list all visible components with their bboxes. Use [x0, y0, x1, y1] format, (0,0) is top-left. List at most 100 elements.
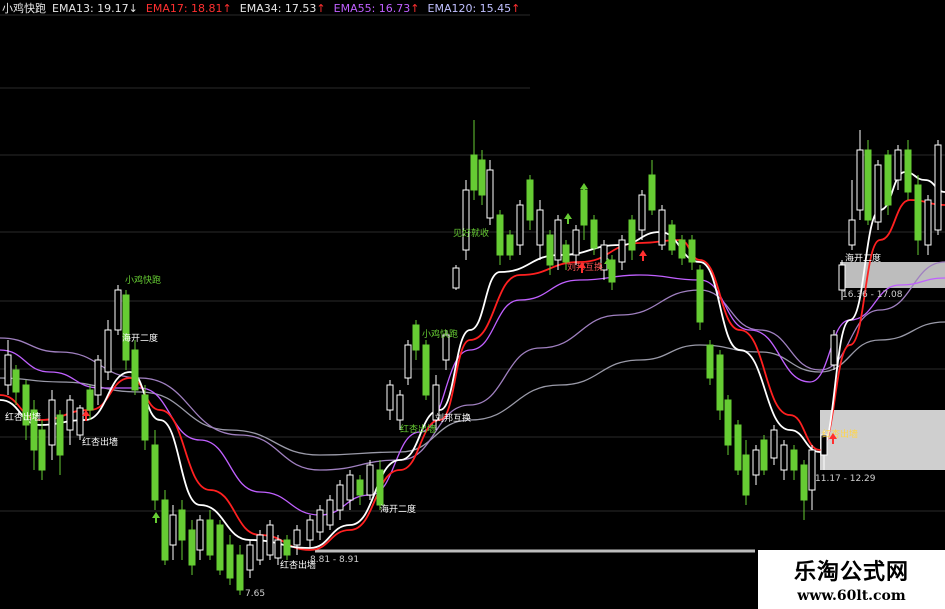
candle-up [293, 529, 301, 546]
candle-up [752, 449, 760, 476]
candle-down [151, 444, 159, 501]
indicator-value-4: EMA120: 15.45↑ [427, 1, 521, 15]
candle-down [800, 464, 808, 501]
candle-up [316, 509, 324, 533]
candle-down [356, 479, 364, 496]
candle-up [856, 149, 864, 211]
candle-down [12, 369, 20, 393]
price-band [820, 410, 945, 470]
candle-up [94, 359, 102, 396]
candle-up [346, 474, 354, 501]
candle-up [830, 334, 838, 366]
watermark-url: www.60lt.com [797, 588, 906, 604]
price-label: 11.17 - 12.29 [815, 474, 876, 484]
candle-down [734, 424, 742, 471]
candle-down [562, 244, 570, 263]
candle-up [386, 384, 394, 411]
candle-up [326, 499, 334, 526]
candle-down [526, 179, 534, 221]
chart-annotation: 刘邦互换 [435, 412, 471, 424]
candle-down [648, 174, 656, 211]
candle-down [376, 469, 384, 506]
candle-down [470, 154, 478, 191]
candle-up [196, 519, 204, 551]
candle-up [572, 229, 580, 256]
candle-up [246, 544, 254, 571]
candle-down [914, 184, 922, 241]
candle-down [864, 149, 872, 221]
candle-down [546, 234, 554, 266]
candle-down [688, 239, 696, 263]
chart-annotation: 红杏出墙 [400, 423, 436, 435]
candle-down [696, 269, 704, 323]
candle-up [838, 264, 846, 291]
candle-up [658, 209, 666, 246]
indicator-value-2: EMA34: 17.53↑ [239, 1, 326, 15]
chart-annotation: 见好就收 [453, 227, 489, 239]
candle-down [412, 324, 420, 351]
candle-up [770, 429, 778, 459]
chart-annotation: 小鸡快跑 [125, 274, 161, 286]
candle-down [283, 539, 291, 556]
candle-up [874, 164, 882, 223]
candle-down [122, 294, 130, 361]
candle-up [618, 239, 626, 263]
candle-up [638, 194, 646, 231]
candle-up [486, 169, 494, 219]
candle-down [716, 354, 724, 411]
candle-up [274, 539, 282, 559]
candle-up [934, 144, 942, 231]
candle-up [396, 394, 404, 421]
candle-down [161, 499, 169, 561]
chart-annotation: 海开二度 [380, 503, 416, 515]
candle-down [86, 389, 94, 411]
candle-down [178, 509, 186, 541]
candle-up [516, 204, 524, 246]
indicator-value-1: EMA17: 18.81↑ [145, 1, 232, 15]
indicator-header: 小鸡快跑 EMA13: 19.17↓ EMA17: 18.81↑ EMA34: 17… [0, 0, 520, 16]
candle-up [452, 267, 460, 289]
candle-up [554, 219, 562, 261]
candle-down [141, 394, 149, 441]
candle-down [422, 344, 430, 396]
indicator-values: EMA13: 19.17↓ EMA17: 18.81↑ EMA34: 17.53↑ E… [52, 2, 520, 15]
candle-down [884, 154, 892, 206]
candle-down [628, 219, 636, 251]
candle-down [590, 219, 598, 249]
chart-annotation: 红杏出墙 [5, 411, 41, 423]
candle-down [706, 344, 714, 379]
indicator-value-3: EMA55: 16.73↑ [333, 1, 420, 15]
indicator-value-0: EMA13: 19.17↓ [52, 1, 138, 15]
candle-down [668, 224, 676, 251]
candle-up [169, 514, 177, 546]
candle-down [131, 349, 139, 391]
chart-annotation: 红杏出墙 [822, 428, 858, 440]
candle-down [678, 239, 686, 259]
indicator-title: 小鸡快跑 [2, 2, 46, 15]
candle-up [66, 399, 74, 431]
candle-down [56, 414, 64, 456]
chart-annotation: 红杏出墙 [82, 436, 118, 448]
candle-up [924, 199, 932, 246]
chart-annotation: 海开二度 [122, 332, 158, 344]
signal-arrow-icon [639, 250, 647, 261]
candle-up [104, 329, 112, 373]
candle-up [462, 189, 470, 251]
candle-down [790, 449, 798, 471]
watermark-title: 乐淘公式网 [793, 559, 909, 585]
candlestick-chart: 小鸡快跑海开二度红杏出墙红杏出墙红杏出墙小鸡快跑红杏出墙刘邦互换海开二度见好就收… [0, 14, 945, 599]
candle-up [808, 449, 816, 491]
price-label: 7.65 [245, 589, 265, 599]
candle-down [724, 399, 732, 446]
price-label: 8.81 - 8.91 [310, 555, 359, 565]
candle-up [266, 524, 274, 556]
candle-down [236, 554, 244, 591]
signal-arrow-icon [564, 213, 572, 224]
candle-down [226, 544, 234, 579]
candle-up [536, 209, 544, 246]
candle-up [780, 444, 788, 471]
candle-down [206, 519, 214, 556]
chart-annotation: 小鸡快跑 [422, 328, 458, 340]
chart-annotation: 海开二度 [845, 252, 881, 264]
candle-down [904, 149, 912, 193]
